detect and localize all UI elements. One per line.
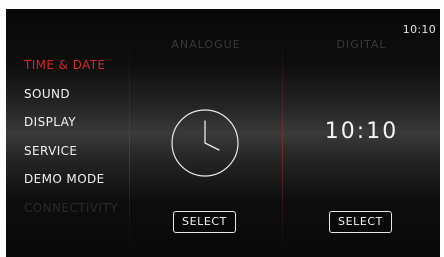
menu-item-display[interactable]: DISPLAY <box>24 114 134 143</box>
select-digital-button[interactable]: SELECT <box>329 211 392 233</box>
settings-screen: 10:10 TIME & DATE SOUND DISPLAY SERVICE … <box>6 9 440 257</box>
menu-item-sound[interactable]: SOUND <box>24 86 134 115</box>
menu-item-demo-mode[interactable]: DEMO MODE <box>24 171 134 200</box>
analogue-header: ANALOGUE <box>171 38 241 51</box>
menu-item-time-date[interactable]: TIME & DATE <box>24 57 134 86</box>
menu-item-service[interactable]: SERVICE <box>24 143 134 172</box>
menu-item-connectivity: CONNECTIVITY <box>24 200 118 215</box>
column-divider-left <box>129 31 130 249</box>
select-analogue-button[interactable]: SELECT <box>173 211 236 233</box>
digital-clock-preview: 10:10 <box>324 119 399 144</box>
settings-menu: TIME & DATE SOUND DISPLAY SERVICE DEMO M… <box>24 57 134 228</box>
analog-clock-icon <box>171 109 239 177</box>
digital-header: DIGITAL <box>336 38 387 51</box>
status-clock: 10:10 <box>402 23 436 36</box>
